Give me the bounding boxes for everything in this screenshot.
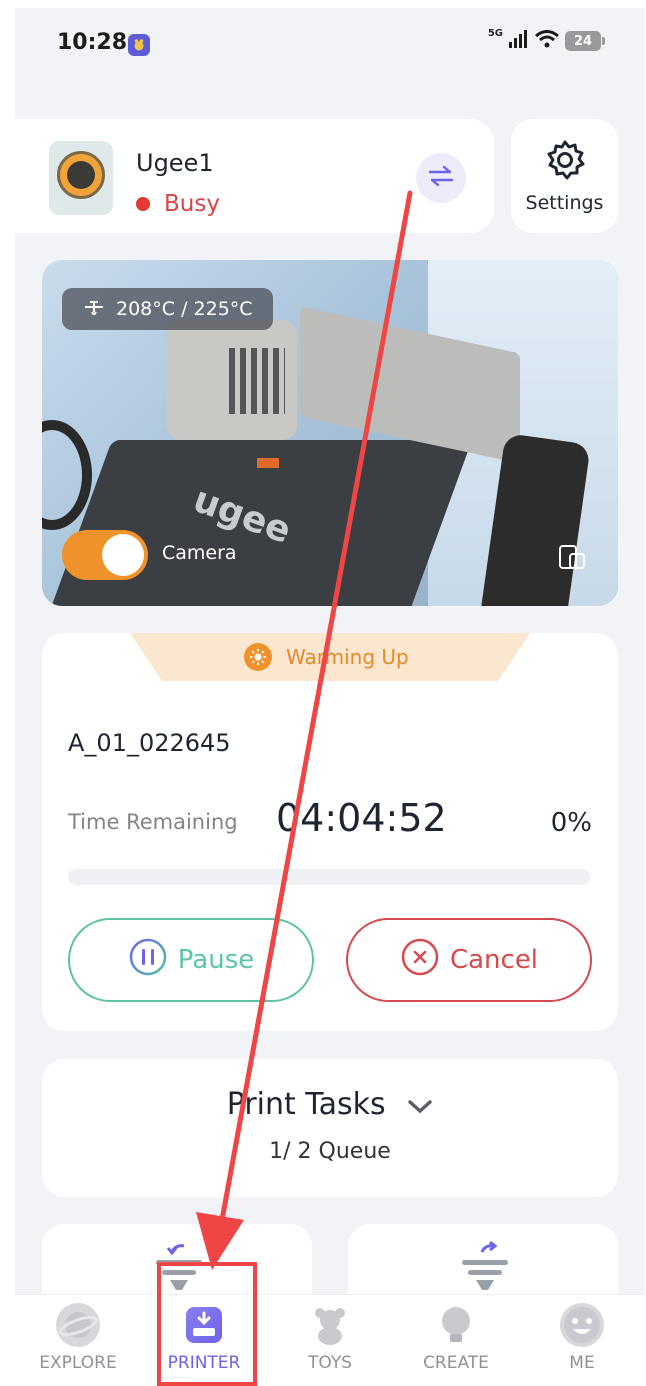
nav-explore-label: EXPLORE (39, 1353, 117, 1373)
app-screen: 10:28 5G 24 Ugee1 Busy Settings ugee 208… (15, 8, 645, 1386)
lightbulb-icon (434, 1303, 478, 1347)
nav-create[interactable]: CREATE (393, 1295, 519, 1386)
swap-arrows-icon (428, 165, 454, 191)
gear-icon (543, 138, 587, 186)
nav-me-label: ME (569, 1353, 595, 1373)
job-state-label: Warming Up (286, 645, 409, 669)
settings-button[interactable]: Settings (511, 119, 618, 233)
chevron-down-icon[interactable] (407, 1088, 433, 1123)
cancel-icon (400, 937, 440, 984)
time-remaining-label: Time Remaining (68, 810, 238, 834)
device-name: Ugee1 (136, 149, 214, 177)
battery-icon: 24 (565, 31, 605, 51)
pause-icon (128, 937, 168, 984)
device-status-text: Busy (164, 191, 220, 217)
cancel-label: Cancel (449, 945, 539, 975)
camera-view[interactable]: ugee 208°C / 225°C Camera (42, 260, 618, 606)
annotation-highlight-box (157, 1262, 257, 1386)
bottom-navigation: EXPLORE PRINTER TOYS CREATE ME (15, 1294, 645, 1386)
status-time: 10:28 (57, 30, 128, 55)
camera-toggle[interactable] (62, 530, 148, 580)
pause-button[interactable]: Pause (68, 918, 314, 1002)
status-bar: 10:28 5G 24 (15, 8, 645, 80)
progress-bar (68, 869, 590, 885)
wifi-icon (535, 30, 559, 52)
job-percent: 0% (550, 808, 592, 838)
nav-me[interactable]: ME (519, 1295, 645, 1386)
nozzle-heat-icon (84, 298, 104, 320)
unload-filament-icon (460, 1238, 510, 1302)
print-queue-count: 1/ 2 Queue (269, 1139, 391, 1164)
cell-signal-icon (509, 30, 529, 52)
pause-label: Pause (177, 945, 255, 975)
job-file-name: A_01_022645 (68, 729, 231, 757)
busy-dot-icon (136, 197, 150, 211)
temperature-readout: 208°C / 225°C (116, 298, 253, 320)
planet-icon (56, 1303, 100, 1347)
fullscreen-icon[interactable] (557, 542, 587, 576)
nav-toys[interactable]: TOYS (267, 1295, 393, 1386)
print-job-card: Warming Up A_01_022645 Time Remaining 04… (42, 633, 618, 1031)
switch-device-button[interactable] (416, 153, 466, 203)
nav-toys-label: TOYS (307, 1353, 352, 1373)
smiley-face-icon (560, 1303, 604, 1347)
print-tasks-title: Print Tasks (226, 1087, 386, 1122)
cancel-button[interactable]: Cancel (346, 918, 592, 1002)
warming-sun-icon (244, 643, 272, 671)
job-state: Warming Up (244, 643, 409, 671)
time-remaining-value: 04:04:52 (276, 796, 447, 840)
print-tasks-card[interactable]: Print Tasks 1/ 2 Queue (42, 1059, 618, 1197)
nav-create-label: CREATE (423, 1353, 489, 1373)
status-indicators: 5G 24 (487, 27, 605, 52)
teddy-bear-icon (308, 1303, 352, 1347)
app-notification-icon (128, 34, 150, 56)
temperature-chip: 208°C / 225°C (62, 288, 273, 330)
camera-label: Camera (162, 542, 237, 564)
network-type: 5G (487, 27, 503, 39)
printer-thumbnail (49, 141, 113, 215)
nav-explore[interactable]: EXPLORE (15, 1295, 141, 1386)
print-tasks-header: Print Tasks (42, 1087, 618, 1123)
device-status: Busy (136, 191, 220, 217)
settings-label: Settings (525, 192, 604, 214)
camera-feed-print-head (167, 320, 297, 468)
